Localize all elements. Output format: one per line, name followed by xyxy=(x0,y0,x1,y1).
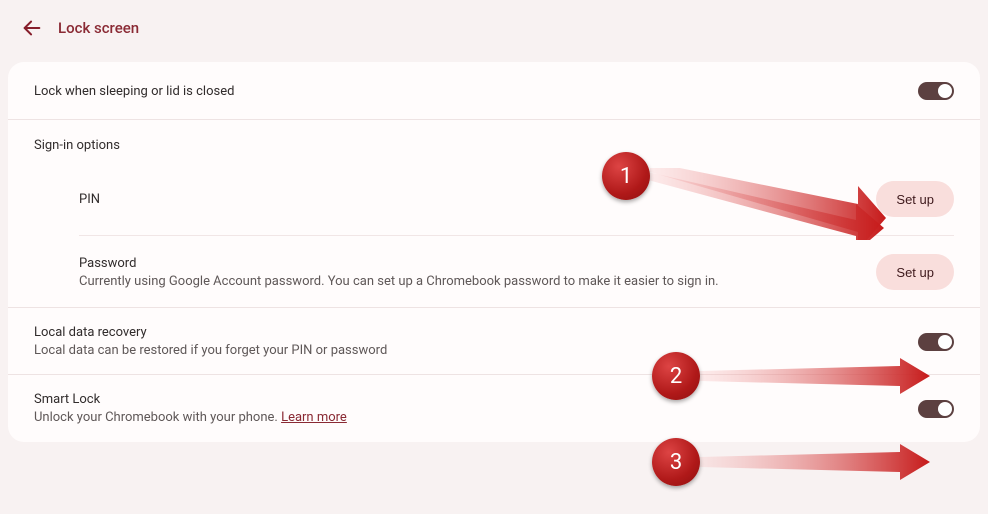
row-password: Password Currently using Google Account … xyxy=(79,235,954,308)
annotation-arrow-3 xyxy=(700,444,932,480)
header: Lock screen xyxy=(0,0,988,56)
smartlock-description: Unlock your Chromebook with your phone. … xyxy=(34,410,347,425)
row-pin: PIN Set up xyxy=(79,163,954,235)
lock-sleeping-label: Lock when sleeping or lid is closed xyxy=(34,84,234,99)
annotation-marker-3: 3 xyxy=(652,438,700,486)
recovery-label: Local data recovery xyxy=(34,325,387,340)
password-description: Currently using Google Account password.… xyxy=(79,274,719,289)
password-setup-button[interactable]: Set up xyxy=(876,254,954,290)
smartlock-learn-more-link[interactable]: Learn more xyxy=(281,410,347,425)
recovery-toggle[interactable] xyxy=(918,333,954,351)
back-arrow-icon[interactable] xyxy=(20,16,44,40)
recovery-description: Local data can be restored if you forget… xyxy=(34,343,387,358)
annotation-marker-1: 1 xyxy=(602,152,650,200)
smartlock-label: Smart Lock xyxy=(34,392,347,407)
settings-card: Lock when sleeping or lid is closed Sign… xyxy=(8,62,980,442)
row-local-data-recovery: Local data recovery Local data can be re… xyxy=(8,308,980,375)
annotation-marker-2: 2 xyxy=(652,352,700,400)
row-smart-lock: Smart Lock Unlock your Chromebook with y… xyxy=(8,375,980,442)
signin-options-heading: Sign-in options xyxy=(8,120,980,163)
pin-label: PIN xyxy=(79,192,100,207)
row-lock-sleeping: Lock when sleeping or lid is closed xyxy=(8,62,980,120)
pin-setup-button[interactable]: Set up xyxy=(876,181,954,217)
signin-options-list: PIN Set up Password Currently using Goog… xyxy=(8,163,980,308)
smartlock-desc-text: Unlock your Chromebook with your phone. xyxy=(34,410,281,425)
smartlock-toggle[interactable] xyxy=(918,400,954,418)
page-title: Lock screen xyxy=(58,19,139,37)
lock-sleeping-toggle[interactable] xyxy=(918,82,954,100)
password-label: Password xyxy=(79,256,719,271)
